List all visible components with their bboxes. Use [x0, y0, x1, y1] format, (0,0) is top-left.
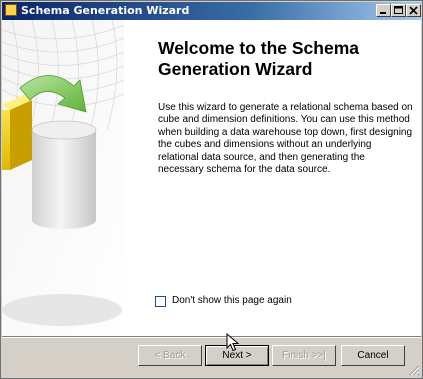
window-title: Schema Generation Wizard: [21, 4, 190, 17]
page-title: Welcome to the Schema Generation Wizard: [158, 38, 359, 79]
page-description: Use this wizard to generate a relational…: [158, 102, 413, 176]
cancel-button[interactable]: Cancel: [341, 345, 405, 366]
finish-button[interactable]: Finish >>|: [272, 345, 336, 366]
close-icon: [409, 6, 418, 15]
minimize-icon: [380, 12, 386, 14]
maximize-icon: [394, 6, 403, 14]
wizard-side-graphic: [2, 20, 124, 336]
wizard-body: Welcome to the Schema Generation Wizard …: [2, 20, 421, 336]
dont-show-again-checkbox[interactable]: [155, 296, 166, 307]
maximize-button[interactable]: [391, 4, 406, 17]
dont-show-again-label[interactable]: Don't show this page again: [172, 295, 292, 306]
wizard-window: Schema Generation Wizard Welcome to the …: [0, 0, 423, 379]
wizard-app-icon: [5, 4, 17, 16]
title-bar[interactable]: Schema Generation Wizard: [2, 2, 421, 20]
back-button[interactable]: < Back: [138, 345, 202, 366]
close-button[interactable]: [406, 4, 421, 17]
button-divider: [2, 336, 421, 338]
minimize-button[interactable]: [376, 4, 391, 17]
mouse-pointer-icon: [226, 333, 240, 352]
resize-grip-icon[interactable]: [408, 364, 420, 376]
